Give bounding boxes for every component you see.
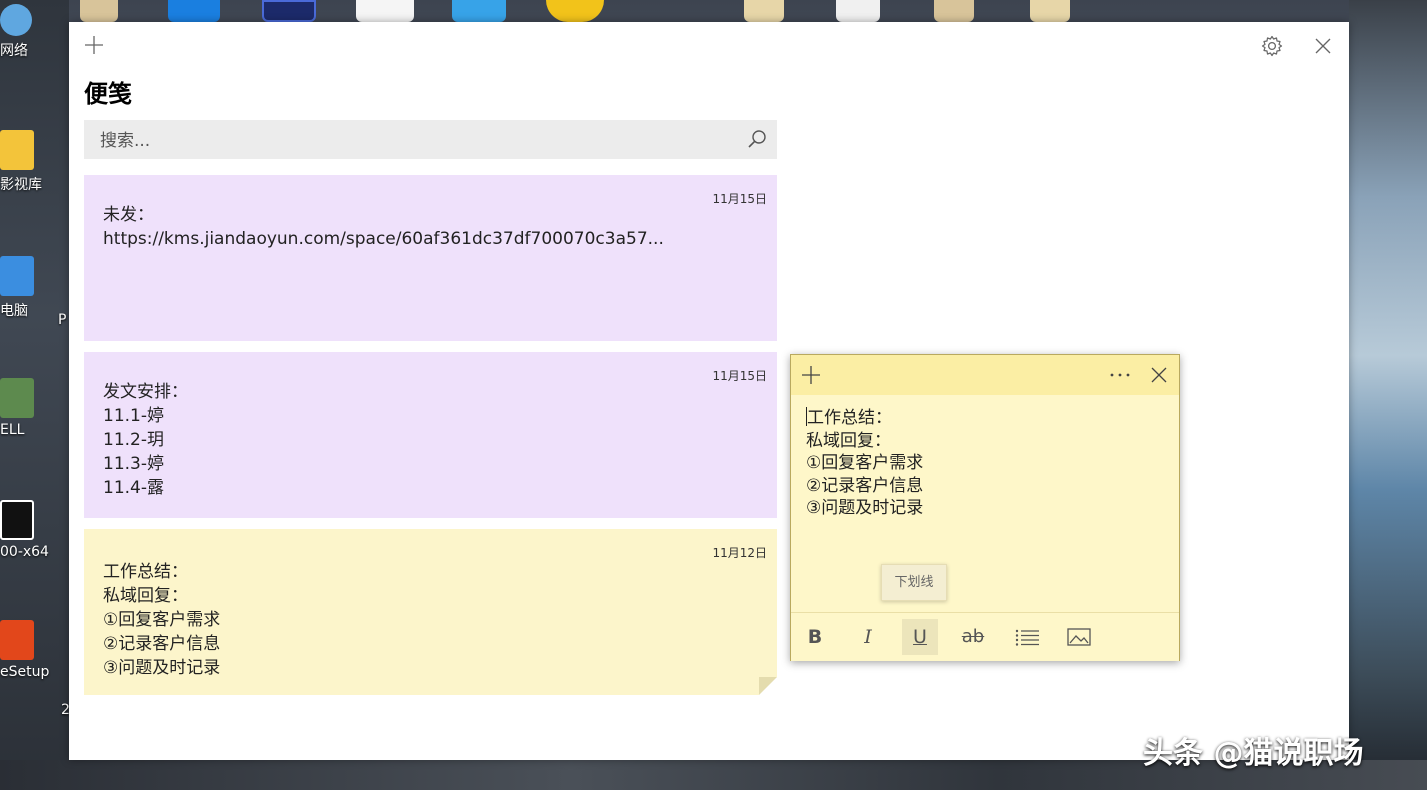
desktop-top-icon-app-cyan[interactable]	[452, 0, 506, 22]
desktop-icon-office-setup[interactable]: eSetup	[0, 620, 60, 680]
note-card[interactable]: 11月15日 发文安排： 11.1-婷 11.2-玥 11.3-婷 11.4-露	[84, 352, 777, 518]
desktop-top-icon-file[interactable]	[744, 0, 784, 22]
new-note-button[interactable]	[83, 34, 105, 56]
settings-button[interactable]	[1261, 35, 1283, 57]
close-icon	[1151, 367, 1167, 383]
note-line: 11.2-玥	[103, 430, 164, 450]
desktop-top-icon-app-pink[interactable]	[356, 0, 414, 22]
image-icon	[1067, 628, 1091, 646]
note-line: 发文安排：	[103, 382, 188, 402]
desktop-icon-label: 00-x64	[0, 544, 49, 560]
desktop-icon-label: eSetup	[0, 664, 50, 680]
note-link[interactable]: https://kms.jiandaoyun.com/space/60af361…	[103, 227, 758, 251]
user-icon	[0, 378, 34, 418]
desktop-icon-installer[interactable]: 00-x64	[0, 500, 60, 560]
strikethrough-button[interactable]: ab	[955, 619, 991, 655]
search-icon[interactable]	[747, 129, 767, 149]
desktop-icon-label: 电脑	[0, 303, 28, 319]
underline-button[interactable]: U	[902, 619, 938, 655]
plus-icon	[802, 366, 820, 384]
office-icon	[0, 620, 34, 660]
desktop-icon-label: 影视库	[0, 177, 42, 193]
desktop-icon-user[interactable]: ELL	[0, 378, 60, 438]
page-fold-corner	[759, 677, 777, 695]
sticky-menu-button[interactable]	[1107, 365, 1133, 385]
installer-icon	[0, 500, 34, 540]
note-line: ②记录客户信息	[103, 634, 221, 654]
page-title: 便笺	[84, 80, 132, 108]
desktop-right-strip	[1349, 0, 1427, 790]
close-window-button[interactable]	[1313, 36, 1333, 56]
bold-button[interactable]: B	[797, 619, 833, 655]
desktop-top-icon-app-blue[interactable]	[168, 0, 220, 22]
desktop-icon-network[interactable]: 网络	[0, 4, 60, 60]
note-date: 11月12日	[712, 546, 767, 560]
note-line: 工作总结：	[103, 562, 188, 582]
note-line: ③问题及时记录	[103, 658, 221, 678]
desktop-icon-label: 网络	[0, 43, 28, 59]
desktop-fragment-p: P	[58, 312, 67, 328]
sticky-new-note-button[interactable]	[801, 365, 821, 385]
note-line: ①回复客户需求	[103, 610, 221, 630]
bullet-list-button[interactable]	[1009, 619, 1045, 655]
editor-line: ①回复客户需求	[806, 453, 924, 473]
sticky-close-button[interactable]	[1150, 366, 1168, 384]
italic-button[interactable]: I	[850, 619, 886, 655]
editor-line: ③问题及时记录	[806, 498, 924, 518]
note-date: 11月15日	[712, 369, 767, 383]
editor-line: 私域回复：	[806, 430, 891, 451]
note-line: 11.1-婷	[103, 406, 164, 426]
gear-icon	[1261, 35, 1283, 57]
format-toolbar: B I U ab	[791, 612, 1179, 661]
plus-icon	[85, 36, 103, 54]
note-line: 11.4-露	[103, 478, 164, 498]
sticky-note-window: 工作总结： 私域回复： ①回复客户需求 ②记录客户信息 ③问题及时记录 下划线 …	[790, 354, 1180, 661]
network-icon	[0, 4, 32, 36]
search-bar	[84, 120, 777, 161]
underline-tooltip: 下划线	[881, 564, 947, 601]
editor-line: ②记录客户信息	[806, 475, 924, 496]
sticky-note-header[interactable]	[791, 355, 1179, 395]
editor-line: 工作总结：	[806, 407, 1166, 430]
desktop-icon-label: ELL	[0, 422, 25, 438]
watermark: 头条 @猫说职场	[1143, 736, 1364, 771]
note-line: 私域回复：	[103, 586, 188, 606]
desktop-icon-computer[interactable]: 电脑	[0, 256, 60, 320]
insert-image-button[interactable]	[1061, 619, 1097, 655]
desktop-top-icon-doc[interactable]	[836, 0, 880, 22]
note-line: 未发：	[103, 205, 154, 225]
search-input[interactable]	[98, 120, 732, 161]
computer-icon	[0, 256, 34, 296]
more-icon	[1110, 373, 1130, 377]
sticky-note-editor[interactable]: 工作总结： 私域回复： ①回复客户需求 ②记录客户信息 ③问题及时记录	[806, 407, 1166, 520]
desktop-icon-video-library[interactable]: 影视库	[0, 130, 60, 194]
desktop-top-icon-premiere[interactable]	[262, 0, 316, 22]
desktop-top-icon-app-yellow[interactable]	[546, 0, 604, 22]
desktop-top-icon-folder-2[interactable]	[934, 0, 974, 22]
close-icon	[1315, 38, 1331, 54]
folder-icon	[0, 130, 34, 170]
note-date: 11月15日	[712, 192, 767, 206]
note-card[interactable]: 11月15日 未发： https://kms.jiandaoyun.com/sp…	[84, 175, 777, 341]
desktop-top-icon-file-2[interactable]	[1030, 0, 1070, 22]
note-line: 11.3-婷	[103, 454, 164, 474]
note-card[interactable]: 11月12日 工作总结： 私域回复： ①回复客户需求 ②记录客户信息 ③问题及时…	[84, 529, 777, 695]
desktop-top-icon-folder[interactable]	[80, 0, 118, 22]
editor-line-text: 工作总结：	[807, 408, 892, 428]
list-icon	[1015, 629, 1039, 646]
